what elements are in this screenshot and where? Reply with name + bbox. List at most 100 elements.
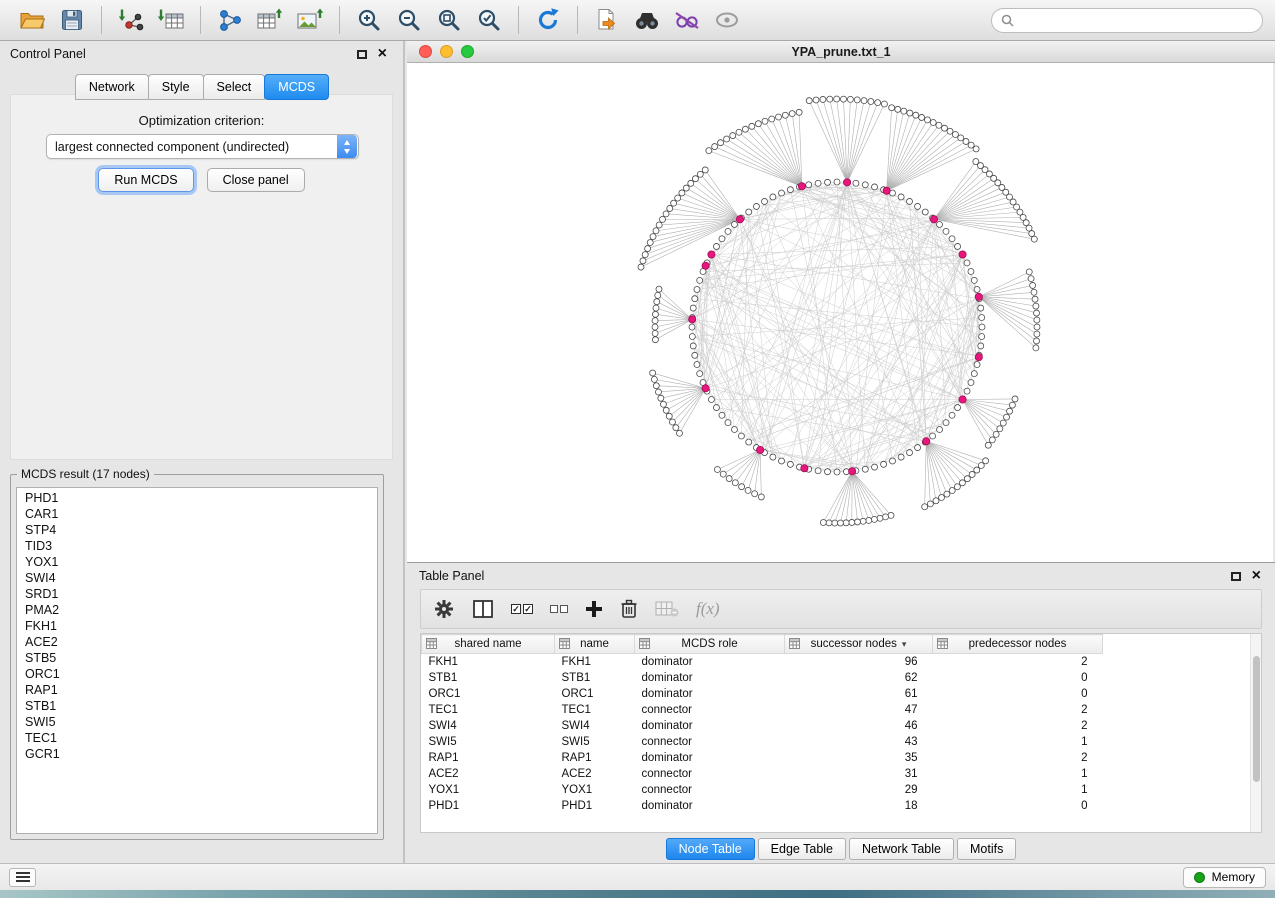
table-tab-motifs[interactable]: Motifs: [957, 838, 1016, 860]
zoom-selected-button[interactable]: [469, 3, 509, 37]
mcds-result-item[interactable]: TID3: [25, 538, 377, 554]
table-row[interactable]: SWI4SWI4dominator462: [422, 718, 1250, 734]
select-all-button[interactable]: ✓ ✓: [511, 604, 533, 614]
table-cell[interactable]: 1: [933, 734, 1103, 750]
table-cell[interactable]: dominator: [635, 654, 785, 670]
table-tab-edge-table[interactable]: Edge Table: [758, 838, 846, 860]
table-cell[interactable]: YOX1: [422, 782, 555, 798]
mcds-result-item[interactable]: RAP1: [25, 682, 377, 698]
table-cell[interactable]: 43: [785, 734, 933, 750]
table-cell[interactable]: STB1: [422, 670, 555, 686]
table-cell[interactable]: connector: [635, 734, 785, 750]
table-cell[interactable]: RAP1: [555, 750, 635, 766]
table-cell[interactable]: 47: [785, 702, 933, 718]
table-row[interactable]: YOX1YOX1connector291: [422, 782, 1250, 798]
table-cell[interactable]: TEC1: [422, 702, 555, 718]
mcds-result-item[interactable]: YOX1: [25, 554, 377, 570]
mcds-result-item[interactable]: ACE2: [25, 634, 377, 650]
network-canvas[interactable]: [407, 63, 1273, 562]
node-table[interactable]: shared namenameMCDS rolesuccessor nodes▾…: [420, 633, 1262, 833]
add-column-button[interactable]: [585, 600, 603, 618]
table-cell[interactable]: dominator: [635, 750, 785, 766]
table-tab-network-table[interactable]: Network Table: [849, 838, 954, 860]
mcds-result-list[interactable]: PHD1CAR1STP4TID3YOX1SWI4SRD1PMA2FKH1ACE2…: [16, 487, 378, 834]
table-settings-button[interactable]: [433, 598, 455, 620]
deselect-all-button[interactable]: [550, 605, 568, 613]
table-cell[interactable]: 31: [785, 766, 933, 782]
delete-column-button[interactable]: [620, 599, 638, 619]
table-cell[interactable]: ACE2: [555, 766, 635, 782]
panel-menu-button[interactable]: [9, 868, 36, 887]
mcds-result-item[interactable]: STP4: [25, 522, 377, 538]
criterion-select[interactable]: largest connected component (undirected): [46, 134, 359, 159]
table-cell[interactable]: connector: [635, 702, 785, 718]
table-cell[interactable]: 2: [933, 718, 1103, 734]
table-cell[interactable]: SWI5: [422, 734, 555, 750]
apply-layout-button[interactable]: [528, 3, 568, 37]
control-panel-tab-select[interactable]: Select: [203, 74, 266, 100]
table-tab-node-table[interactable]: Node Table: [666, 838, 755, 860]
table-row[interactable]: RAP1RAP1dominator352: [422, 750, 1250, 766]
mcds-result-item[interactable]: SWI5: [25, 714, 377, 730]
memory-button[interactable]: Memory: [1183, 867, 1266, 888]
mcds-result-item[interactable]: SWI4: [25, 570, 377, 586]
table-cell[interactable]: 0: [933, 670, 1103, 686]
table-cell[interactable]: dominator: [635, 686, 785, 702]
mcds-result-item[interactable]: FKH1: [25, 618, 377, 634]
table-cell[interactable]: connector: [635, 782, 785, 798]
table-row[interactable]: ACE2ACE2connector311: [422, 766, 1250, 782]
window-maximize-icon[interactable]: [461, 45, 474, 58]
column-header-successor-nodes[interactable]: successor nodes▾: [785, 635, 933, 654]
table-cell[interactable]: 0: [933, 798, 1103, 814]
mcds-result-item[interactable]: STB1: [25, 698, 377, 714]
import-table-button[interactable]: [151, 3, 191, 37]
table-row[interactable]: ORC1ORC1dominator610: [422, 686, 1250, 702]
table-cell[interactable]: PHD1: [555, 798, 635, 814]
mcds-result-item[interactable]: CAR1: [25, 506, 377, 522]
float-panel-icon[interactable]: [357, 50, 367, 59]
table-cell[interactable]: PHD1: [422, 798, 555, 814]
table-cell[interactable]: SWI4: [555, 718, 635, 734]
window-close-icon[interactable]: [419, 45, 432, 58]
mcds-result-item[interactable]: GCR1: [25, 746, 377, 762]
column-header-MCDS-role[interactable]: MCDS role: [635, 635, 785, 654]
mcds-result-item[interactable]: STB5: [25, 650, 377, 666]
export-image-button[interactable]: [290, 3, 330, 37]
table-cell[interactable]: 29: [785, 782, 933, 798]
table-cell[interactable]: ORC1: [555, 686, 635, 702]
export-document-button[interactable]: [587, 3, 627, 37]
table-cell[interactable]: 35: [785, 750, 933, 766]
mcds-result-item[interactable]: ORC1: [25, 666, 377, 682]
birds-eye-view-button[interactable]: [707, 3, 747, 37]
scrollbar-thumb[interactable]: [1253, 656, 1260, 782]
zoom-fit-button[interactable]: [429, 3, 469, 37]
table-cell[interactable]: 62: [785, 670, 933, 686]
search-input[interactable]: [1019, 13, 1253, 27]
table-cell[interactable]: 1: [933, 782, 1103, 798]
table-row[interactable]: FKH1FKH1dominator962: [422, 654, 1250, 670]
control-panel-tab-style[interactable]: Style: [148, 74, 204, 100]
table-row[interactable]: PHD1PHD1dominator180: [422, 798, 1250, 814]
table-cell[interactable]: connector: [635, 766, 785, 782]
hide-graphics-details-button[interactable]: [667, 3, 707, 37]
table-cell[interactable]: 2: [933, 654, 1103, 670]
column-header-shared-name[interactable]: shared name: [422, 635, 555, 654]
open-session-button[interactable]: [12, 3, 52, 37]
table-cell[interactable]: 96: [785, 654, 933, 670]
table-cell[interactable]: SWI4: [422, 718, 555, 734]
table-row[interactable]: STB1STB1dominator620: [422, 670, 1250, 686]
search-box[interactable]: [991, 8, 1263, 33]
table-cell[interactable]: 46: [785, 718, 933, 734]
table-cell[interactable]: dominator: [635, 670, 785, 686]
close-panel-icon[interactable]: ×: [378, 46, 387, 62]
table-cell[interactable]: 2: [933, 750, 1103, 766]
mcds-result-item[interactable]: SRD1: [25, 586, 377, 602]
table-cell[interactable]: FKH1: [422, 654, 555, 670]
export-table-button[interactable]: [250, 3, 290, 37]
run-mcds-button[interactable]: Run MCDS: [98, 168, 193, 192]
mcds-result-item[interactable]: PHD1: [25, 490, 377, 506]
import-network-button[interactable]: [111, 3, 151, 37]
table-cell[interactable]: SWI5: [555, 734, 635, 750]
table-cell[interactable]: dominator: [635, 798, 785, 814]
table-cell[interactable]: STB1: [555, 670, 635, 686]
